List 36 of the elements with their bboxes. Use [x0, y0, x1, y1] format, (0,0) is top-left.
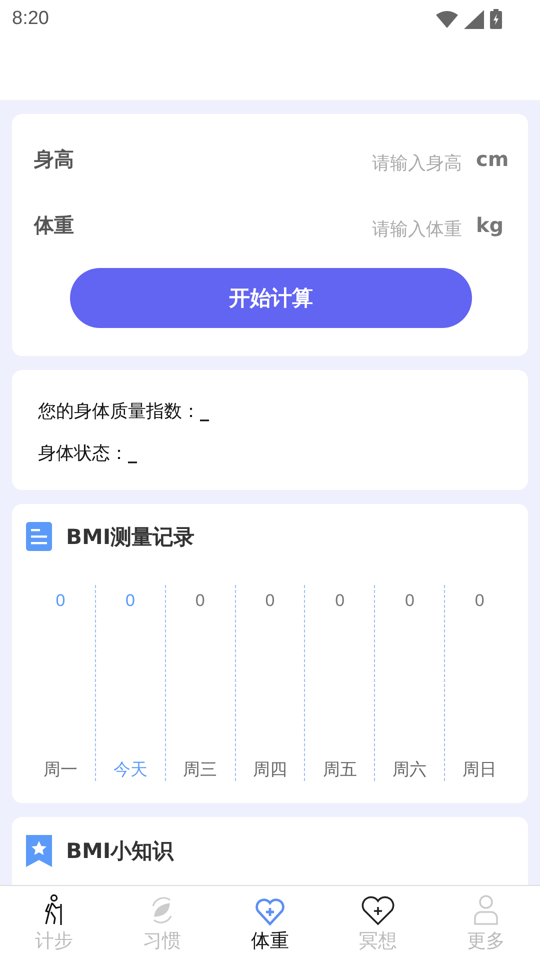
- day-label[interactable]: 周六: [392, 758, 427, 781]
- signal-icon: [464, 10, 484, 28]
- input-field[interactable]: 请输入体重: [154, 218, 476, 240]
- day-label[interactable]: 周五: [322, 758, 357, 781]
- day-value: 0: [474, 591, 484, 611]
- unit-label: cm: [476, 147, 508, 171]
- field-label: 身高: [34, 146, 75, 172]
- tab-item[interactable]: 体重: [216, 886, 324, 960]
- day-value: 0: [404, 591, 414, 611]
- day-label[interactable]: 周日: [462, 758, 497, 781]
- day-label[interactable]: 周四: [253, 758, 287, 781]
- calculate-button[interactable]: 开始计算: [70, 268, 472, 328]
- section-title: BMI小知识: [66, 838, 174, 865]
- result-label: 身体状态：: [38, 442, 128, 465]
- bookmark-star-icon: [26, 835, 52, 867]
- unit-label: kg: [476, 213, 505, 237]
- list-icon: [26, 522, 52, 551]
- status-time: 8:20: [12, 8, 49, 30]
- day-value: 0: [126, 591, 136, 611]
- section-title: BMI测量记录: [66, 524, 195, 550]
- person-icon: [473, 894, 499, 926]
- wifi-icon: [436, 10, 458, 28]
- field-label: 体重: [34, 212, 75, 238]
- day-label[interactable]: 周一: [43, 758, 78, 781]
- heart-plus-icon: [361, 896, 395, 926]
- input-field[interactable]: 请输入身高: [154, 152, 476, 174]
- day-value: 0: [56, 591, 66, 611]
- day-value: 0: [265, 591, 275, 611]
- result-value: _: [200, 400, 209, 422]
- day-value: 0: [195, 591, 205, 611]
- day-value: 0: [335, 591, 345, 611]
- battery-icon: [490, 9, 502, 29]
- heart-plus-icon: [255, 898, 285, 926]
- result-label: 您的身体质量指数：: [38, 400, 200, 423]
- day-label[interactable]: 周三: [183, 758, 218, 781]
- result-value: _: [128, 442, 137, 464]
